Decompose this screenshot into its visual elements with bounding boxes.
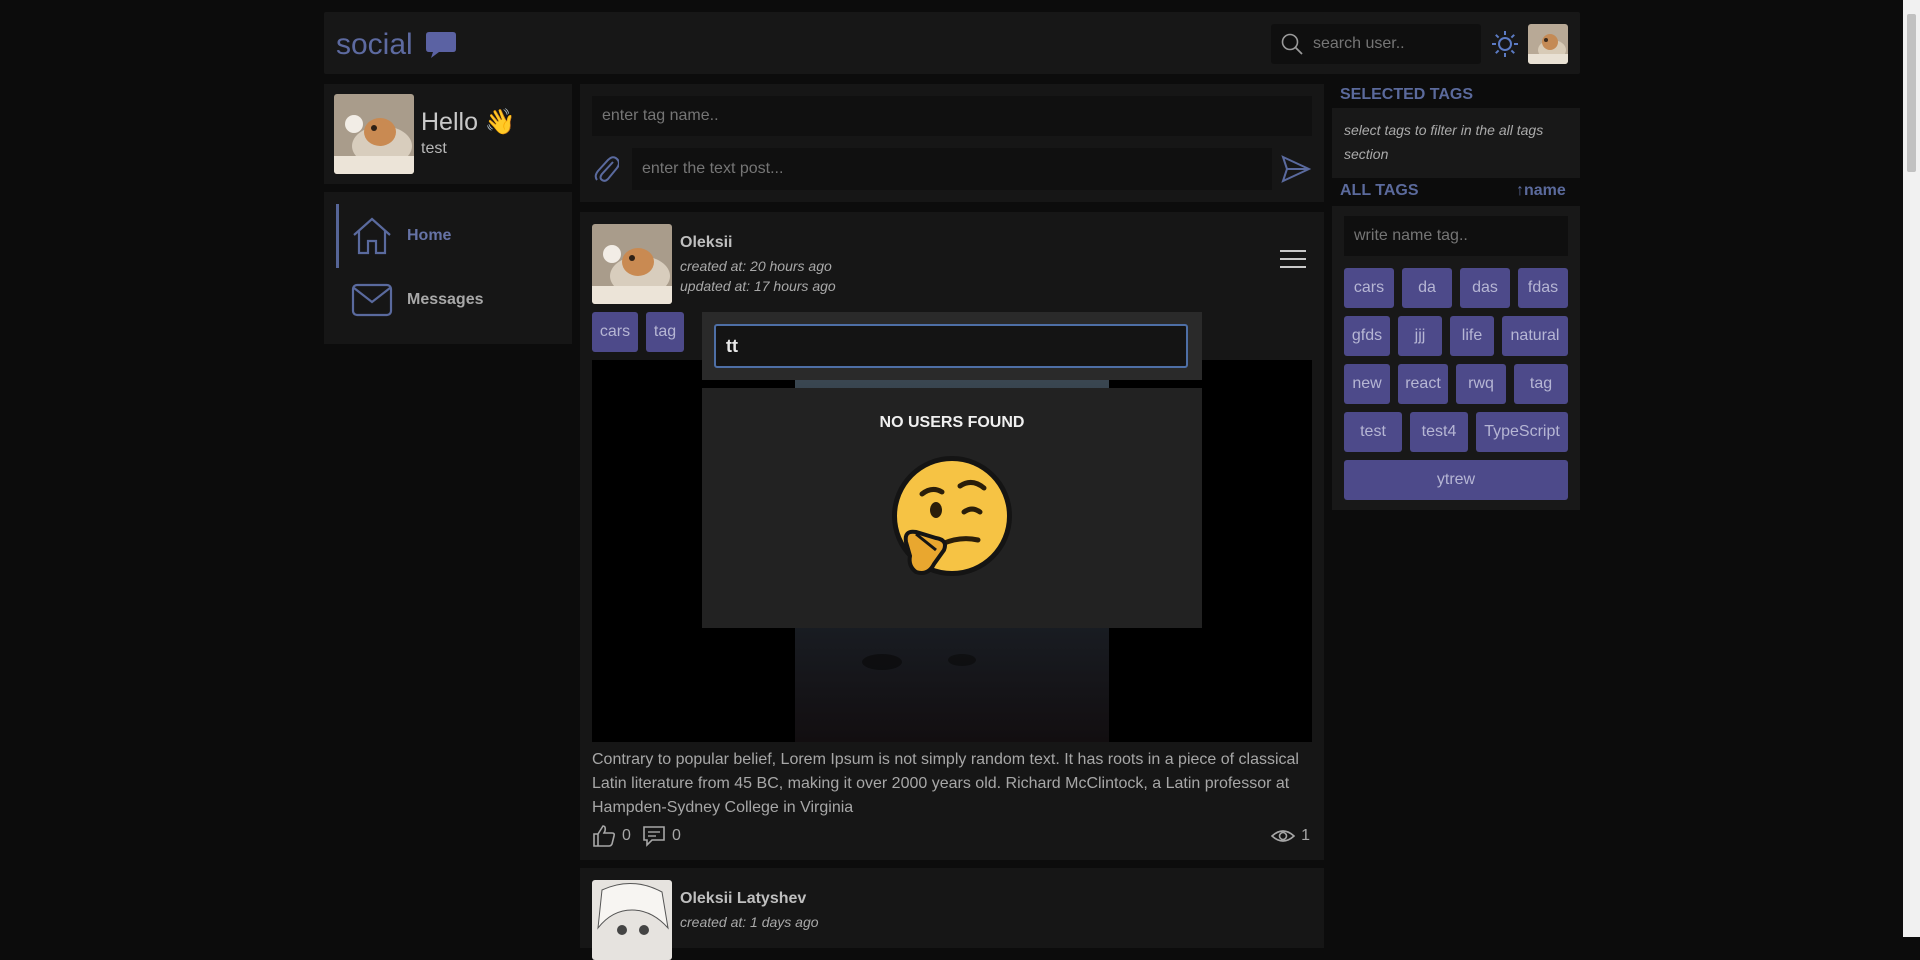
theme-toggle[interactable]: [1490, 29, 1520, 59]
post-stats-bar: 0 0 1: [592, 824, 1312, 850]
tag-chip[interactable]: fdas: [1518, 268, 1568, 308]
post-text: Contrary to popular belief, Lorem Ipsum …: [592, 751, 1299, 816]
tag-chip[interactable]: new: [1344, 364, 1390, 404]
paperclip-icon: [594, 156, 619, 182]
comments-button[interactable]: 0: [642, 824, 681, 848]
all-tags-title: ALL TAGS: [1340, 182, 1419, 199]
search-icon: [1281, 33, 1303, 55]
nav-item-messages[interactable]: Messages: [336, 268, 571, 332]
user-search-input[interactable]: [1311, 34, 1475, 54]
scrollbar-thumb[interactable]: [1907, 14, 1916, 172]
avatar-image: [1528, 24, 1568, 64]
greeting: Hello 👋: [421, 108, 517, 136]
like-count: 0: [622, 827, 631, 844]
tag-chip[interactable]: test4: [1410, 412, 1468, 452]
post-tag-chip[interactable]: cars: [592, 312, 638, 352]
username: test: [421, 140, 447, 157]
user-search-overlay: [702, 312, 1202, 380]
top-header: social: [324, 12, 1580, 74]
profile-avatar[interactable]: [334, 94, 414, 174]
selected-tags-box: select tags to filter in the all tags se…: [1332, 108, 1580, 178]
post-author-avatar[interactable]: [592, 224, 672, 304]
nav-item-home[interactable]: Home: [336, 204, 571, 268]
home-icon: [353, 217, 391, 255]
eye-icon: [1271, 830, 1296, 842]
tag-chip[interactable]: react: [1398, 364, 1448, 404]
thinking-face-icon: [892, 456, 1012, 576]
sun-icon: [1492, 31, 1518, 57]
tag-chip[interactable]: test: [1344, 412, 1402, 452]
post-created-at: created at: 1 days ago: [680, 914, 819, 930]
tag-chip[interactable]: cars: [1344, 268, 1394, 308]
comment-count: 0: [672, 827, 681, 844]
post-author-name[interactable]: Oleksii Latyshev: [680, 890, 806, 908]
avatar-image: [592, 224, 672, 304]
send-icon: [1281, 155, 1311, 183]
post-card: Oleksii Latyshev created at: 1 days ago: [580, 868, 1324, 960]
tag-chip[interactable]: das: [1460, 268, 1510, 308]
chat-bubble-icon: [425, 32, 456, 58]
post-created-at: created at: 20 hours ago: [680, 258, 832, 274]
post-author-name[interactable]: Oleksii: [680, 234, 732, 252]
send-button[interactable]: [1280, 152, 1312, 186]
tag-filter-input[interactable]: [1344, 216, 1568, 256]
user-search-box[interactable]: [1271, 24, 1481, 64]
tag-chip[interactable]: gfds: [1344, 316, 1390, 356]
post-tag-chip[interactable]: tag: [646, 312, 684, 352]
tag-chip[interactable]: life: [1450, 316, 1494, 356]
like-button[interactable]: 0: [592, 824, 631, 848]
page-scrollbar[interactable]: [1903, 0, 1920, 937]
attach-button[interactable]: [592, 152, 620, 186]
post-composer: [580, 84, 1324, 202]
nav-item-label: Messages: [407, 291, 484, 308]
post-menu-icon[interactable]: [1280, 250, 1306, 272]
no-users-found-message: NO USERS FOUND: [879, 414, 1025, 431]
post-author-avatar[interactable]: [592, 880, 672, 960]
user-search-results: NO USERS FOUND: [702, 388, 1202, 628]
profile-card: Hello 👋 test: [324, 84, 572, 184]
selected-tags-hint: select tags to filter in the all tags se…: [1344, 122, 1544, 162]
post-text-input[interactable]: [632, 148, 1272, 190]
tag-chip[interactable]: ytrew: [1344, 460, 1568, 500]
tag-chip[interactable]: natural: [1502, 316, 1568, 356]
tag-chip[interactable]: tag: [1514, 364, 1568, 404]
thumbs-up-icon: [593, 825, 616, 847]
all-tags-box: cars da das fdas gfds jjj life natural n…: [1332, 206, 1580, 510]
logo-text: social: [336, 28, 413, 61]
tag-chip[interactable]: jjj: [1398, 316, 1442, 356]
views-indicator: 1: [1271, 824, 1310, 848]
user-search-query-input[interactable]: [714, 324, 1188, 368]
logo[interactable]: social: [336, 28, 457, 62]
comment-icon: [643, 826, 665, 847]
tag-chip[interactable]: rwq: [1456, 364, 1506, 404]
selected-tags-title: SELECTED TAGS: [1340, 86, 1474, 103]
avatar-image: [592, 880, 672, 960]
avatar-image: [334, 94, 414, 174]
nav-item-label: Home: [407, 227, 452, 244]
tag-name-input[interactable]: [592, 96, 1312, 136]
view-count: 1: [1301, 827, 1310, 844]
nav-card: Home Messages: [324, 192, 572, 344]
post-updated-at: updated at: 17 hours ago: [680, 278, 836, 294]
header-avatar[interactable]: [1528, 24, 1568, 64]
sort-by-name-button[interactable]: ↑name: [1516, 182, 1566, 200]
tag-chip[interactable]: TypeScript: [1476, 412, 1568, 452]
tag-chip[interactable]: da: [1402, 268, 1452, 308]
envelope-icon: [351, 283, 393, 317]
